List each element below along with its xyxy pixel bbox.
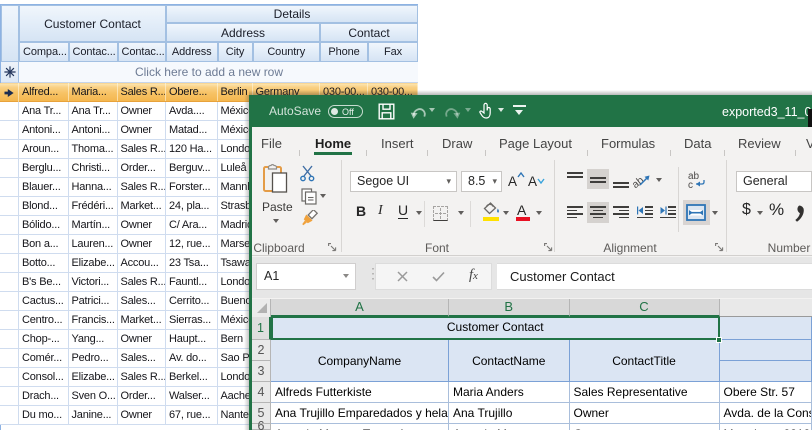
svg-text:c: c bbox=[688, 180, 693, 189]
svg-text:ab: ab bbox=[633, 174, 646, 190]
